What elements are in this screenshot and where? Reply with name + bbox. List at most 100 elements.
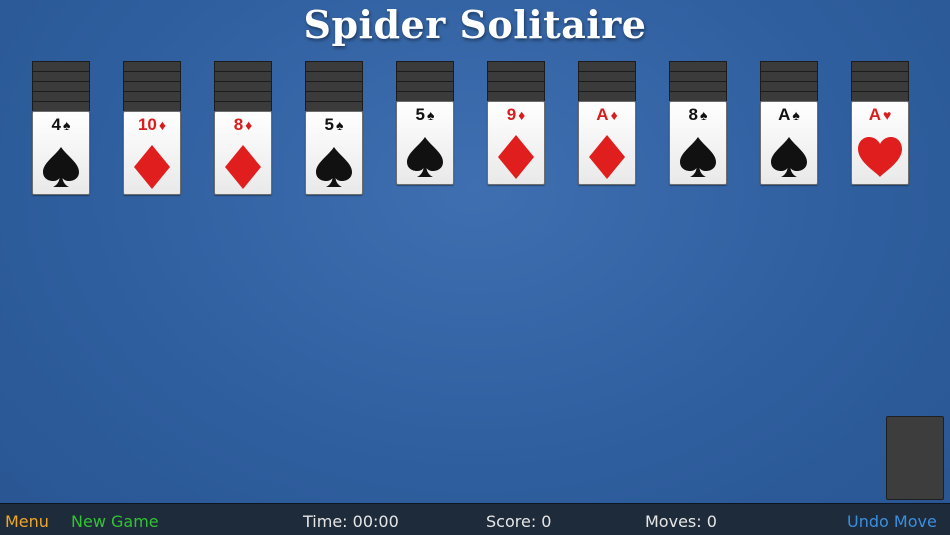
card-rank: A [868,105,881,124]
facedown-card [214,61,272,71]
facedown-card [669,81,727,91]
tableau-column-10[interactable]: A ♥ [851,61,909,185]
facedown-card [305,91,363,101]
tableau-column-4[interactable]: 5 ♠ [305,61,363,195]
card-rank: 8 [233,115,244,134]
facedown-card [578,71,636,81]
undo-move-button[interactable]: Undo Move [847,512,937,531]
facedown-card [669,91,727,101]
facedown-card [851,91,909,101]
facedown-card [396,61,454,71]
card-rank-label: 4 ♠ [33,115,89,135]
tableau-column-9[interactable]: A ♠ [760,61,818,185]
card-rank-label: A ♦ [579,105,635,125]
facedown-card [305,101,363,111]
spade-icon [397,132,453,182]
playing-card[interactable]: 5 ♠ [396,101,454,185]
playing-card[interactable]: 8 ♠ [669,101,727,185]
facedown-card [32,101,90,111]
facedown-card [851,71,909,81]
diamond-suit-icon: ♦ [610,107,618,123]
heart-icon [852,132,908,182]
spade-suit-icon: ♠ [63,117,71,133]
card-rank: 5 [324,115,335,134]
time-display: Time: 00:00 [303,512,399,531]
card-rank: 4 [51,115,62,134]
card-rank: 5 [415,105,426,124]
facedown-card [487,61,545,71]
playing-card[interactable]: 4 ♠ [32,111,90,195]
facedown-card [214,81,272,91]
card-rank-label: 10 ♦ [124,115,180,135]
card-rank-label: A ♥ [852,105,908,125]
diamond-suit-icon: ♦ [245,117,253,133]
facedown-card [32,61,90,71]
playing-card[interactable]: A ♠ [760,101,818,185]
card-rank: A [596,105,609,124]
card-rank: 10 [137,115,157,134]
facedown-card [487,71,545,81]
tableau-column-8[interactable]: 8 ♠ [669,61,727,185]
facedown-card [578,61,636,71]
tableau-column-1[interactable]: 4 ♠ [32,61,90,195]
spade-suit-icon: ♠ [700,107,708,123]
card-rank: 9 [506,105,517,124]
facedown-card [487,91,545,101]
tableau: 4 ♠ 10 ♦ 8 ♦ 5 ♠ 5 ♠ 9 ♦ A ♦ 8 ♠ A ♠ A ♥ [0,0,950,500]
spade-icon [306,142,362,192]
card-rank-label: 8 ♠ [670,105,726,125]
facedown-card [396,91,454,101]
tableau-column-5[interactable]: 5 ♠ [396,61,454,185]
facedown-card [396,81,454,91]
facedown-card [851,81,909,91]
new-game-button[interactable]: New Game [71,512,159,531]
heart-suit-icon: ♥ [882,107,892,123]
card-rank: 8 [688,105,699,124]
spade-icon [761,132,817,182]
facedown-card [760,81,818,91]
facedown-card [32,91,90,101]
score-display: Score: 0 [486,512,552,531]
playing-card[interactable]: A ♥ [851,101,909,185]
card-rank-label: 8 ♦ [215,115,271,135]
diamond-icon [488,132,544,182]
facedown-card [123,101,181,111]
playing-card[interactable]: A ♦ [578,101,636,185]
diamond-icon [215,142,271,192]
facedown-card [214,101,272,111]
diamond-suit-icon: ♦ [158,117,167,133]
facedown-card [123,61,181,71]
facedown-card [123,81,181,91]
stock-pile[interactable] [886,416,944,500]
facedown-card [487,81,545,91]
facedown-card [32,71,90,81]
spade-suit-icon: ♠ [427,107,435,123]
playing-card[interactable]: 9 ♦ [487,101,545,185]
moves-display: Moves: 0 [645,512,717,531]
tableau-column-2[interactable]: 10 ♦ [123,61,181,195]
facedown-card [760,91,818,101]
card-rank-label: 9 ♦ [488,105,544,125]
facedown-card [578,81,636,91]
playing-card[interactable]: 5 ♠ [305,111,363,195]
bottom-toolbar: Menu New Game Time: 00:00 Score: 0 Moves… [0,503,950,535]
spade-icon [670,132,726,182]
card-rank-label: 5 ♠ [306,115,362,135]
facedown-card [123,91,181,101]
menu-button[interactable]: Menu [5,512,49,531]
facedown-card [578,91,636,101]
diamond-icon [579,132,635,182]
facedown-card [305,61,363,71]
tableau-column-3[interactable]: 8 ♦ [214,61,272,195]
playing-card[interactable]: 10 ♦ [123,111,181,195]
card-rank-label: 5 ♠ [397,105,453,125]
facedown-card [305,81,363,91]
tableau-column-7[interactable]: A ♦ [578,61,636,185]
spade-suit-icon: ♠ [336,117,344,133]
diamond-icon [124,142,180,192]
facedown-card [305,71,363,81]
playing-card[interactable]: 8 ♦ [214,111,272,195]
facedown-card [214,91,272,101]
facedown-card [669,71,727,81]
tableau-column-6[interactable]: 9 ♦ [487,61,545,185]
